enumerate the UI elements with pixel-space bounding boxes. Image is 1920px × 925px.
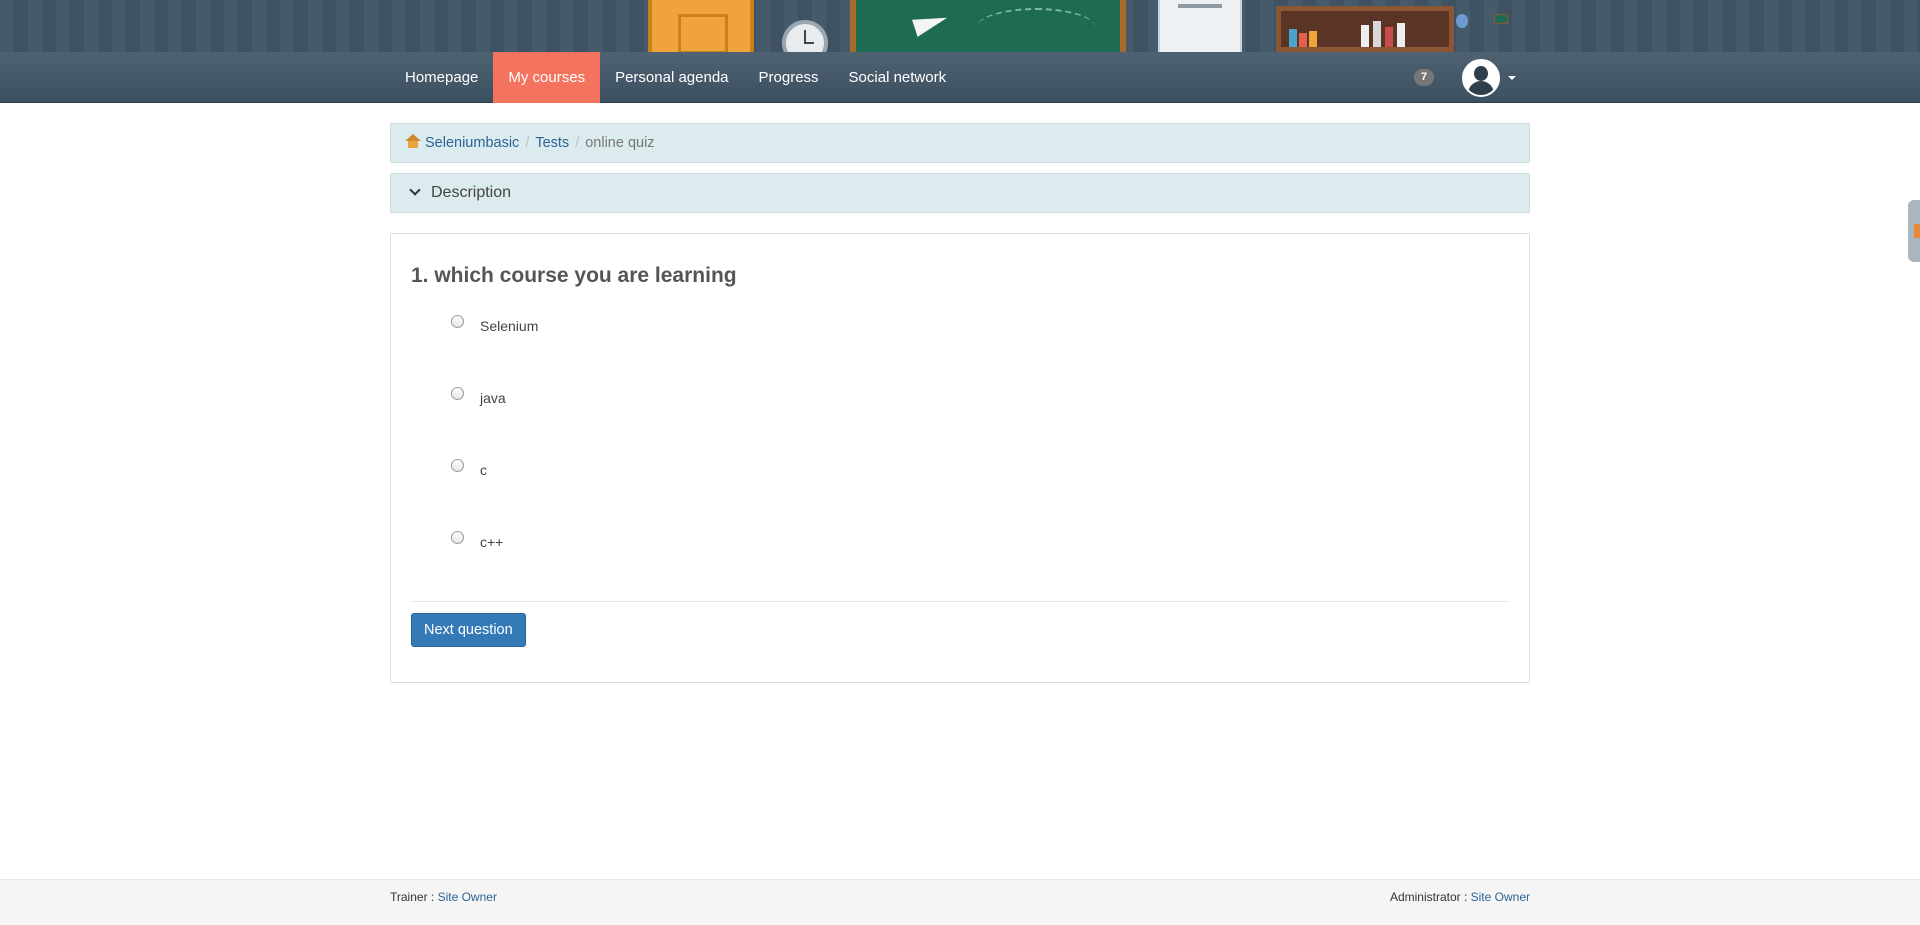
banner-small-board-illustration bbox=[1494, 14, 1508, 24]
header-banner bbox=[0, 0, 1920, 52]
footer: Trainer : Site Owner Administrator : Sit… bbox=[0, 879, 1920, 925]
trainer-label: Trainer : bbox=[390, 890, 438, 904]
administrator-link[interactable]: Site Owner bbox=[1471, 890, 1530, 904]
answer-radio[interactable] bbox=[451, 458, 464, 472]
answer-option[interactable]: Selenium bbox=[451, 314, 538, 334]
nav-menu: Homepage My courses Personal agenda Prog… bbox=[390, 52, 961, 103]
answer-option[interactable]: c++ bbox=[451, 530, 503, 550]
banner-door-illustration bbox=[648, 0, 754, 52]
side-panel-tab[interactable] bbox=[1908, 200, 1920, 262]
chevron-down-icon bbox=[409, 184, 421, 196]
breadcrumb: Seleniumbasic / Tests / online quiz bbox=[390, 123, 1530, 163]
answer-radio[interactable] bbox=[451, 386, 464, 400]
banner-person-illustration bbox=[1456, 14, 1468, 28]
banner-shelf-illustration bbox=[1158, 0, 1242, 52]
answer-label[interactable]: c bbox=[480, 462, 487, 478]
main-navbar: Homepage My courses Personal agenda Prog… bbox=[0, 52, 1920, 103]
breadcrumb-tests-link[interactable]: Tests bbox=[535, 135, 569, 151]
answer-label[interactable]: c++ bbox=[480, 534, 503, 550]
description-label: Description bbox=[431, 184, 512, 201]
footer-administrator: Administrator : Site Owner bbox=[1390, 890, 1530, 904]
breadcrumb-separator: / bbox=[575, 135, 580, 151]
description-toggle[interactable]: Description bbox=[390, 173, 1530, 213]
footer-trainer: Trainer : Site Owner bbox=[390, 890, 497, 904]
banner-clock-illustration bbox=[782, 20, 828, 52]
avatar[interactable] bbox=[1462, 59, 1500, 97]
answer-label[interactable]: java bbox=[480, 390, 506, 406]
nav-item-social-network[interactable]: Social network bbox=[834, 52, 962, 103]
caret-down-icon bbox=[1508, 76, 1516, 80]
trainer-link[interactable]: Site Owner bbox=[438, 890, 497, 904]
answer-label[interactable]: Selenium bbox=[480, 318, 538, 334]
banner-bookcase-illustration bbox=[1276, 6, 1454, 52]
paper-plane-icon bbox=[912, 9, 950, 37]
question-title: 1. which course you are learning bbox=[411, 264, 737, 287]
divider bbox=[411, 601, 1509, 602]
nav-item-my-courses[interactable]: My courses bbox=[493, 52, 601, 103]
answer-radio[interactable] bbox=[451, 530, 464, 544]
breadcrumb-course-link[interactable]: Seleniumbasic bbox=[425, 135, 519, 151]
breadcrumb-separator: / bbox=[525, 135, 530, 151]
administrator-label: Administrator : bbox=[1389, 890, 1471, 904]
answer-radio[interactable] bbox=[451, 314, 464, 328]
next-question-button[interactable]: Next question bbox=[411, 613, 526, 647]
banner-chalkboard-illustration bbox=[850, 0, 1126, 52]
question-card: 1. which course you are learning Seleniu… bbox=[390, 233, 1530, 683]
nav-item-homepage[interactable]: Homepage bbox=[390, 52, 493, 103]
answer-option[interactable]: java bbox=[451, 386, 506, 406]
answer-option[interactable]: c bbox=[451, 458, 487, 478]
user-menu-toggle[interactable] bbox=[1462, 58, 1516, 98]
nav-item-progress[interactable]: Progress bbox=[744, 52, 834, 103]
nav-item-personal-agenda[interactable]: Personal agenda bbox=[600, 52, 743, 103]
home-icon[interactable] bbox=[405, 134, 421, 148]
notification-badge[interactable]: 7 bbox=[1414, 69, 1434, 86]
breadcrumb-current: online quiz bbox=[585, 135, 655, 151]
